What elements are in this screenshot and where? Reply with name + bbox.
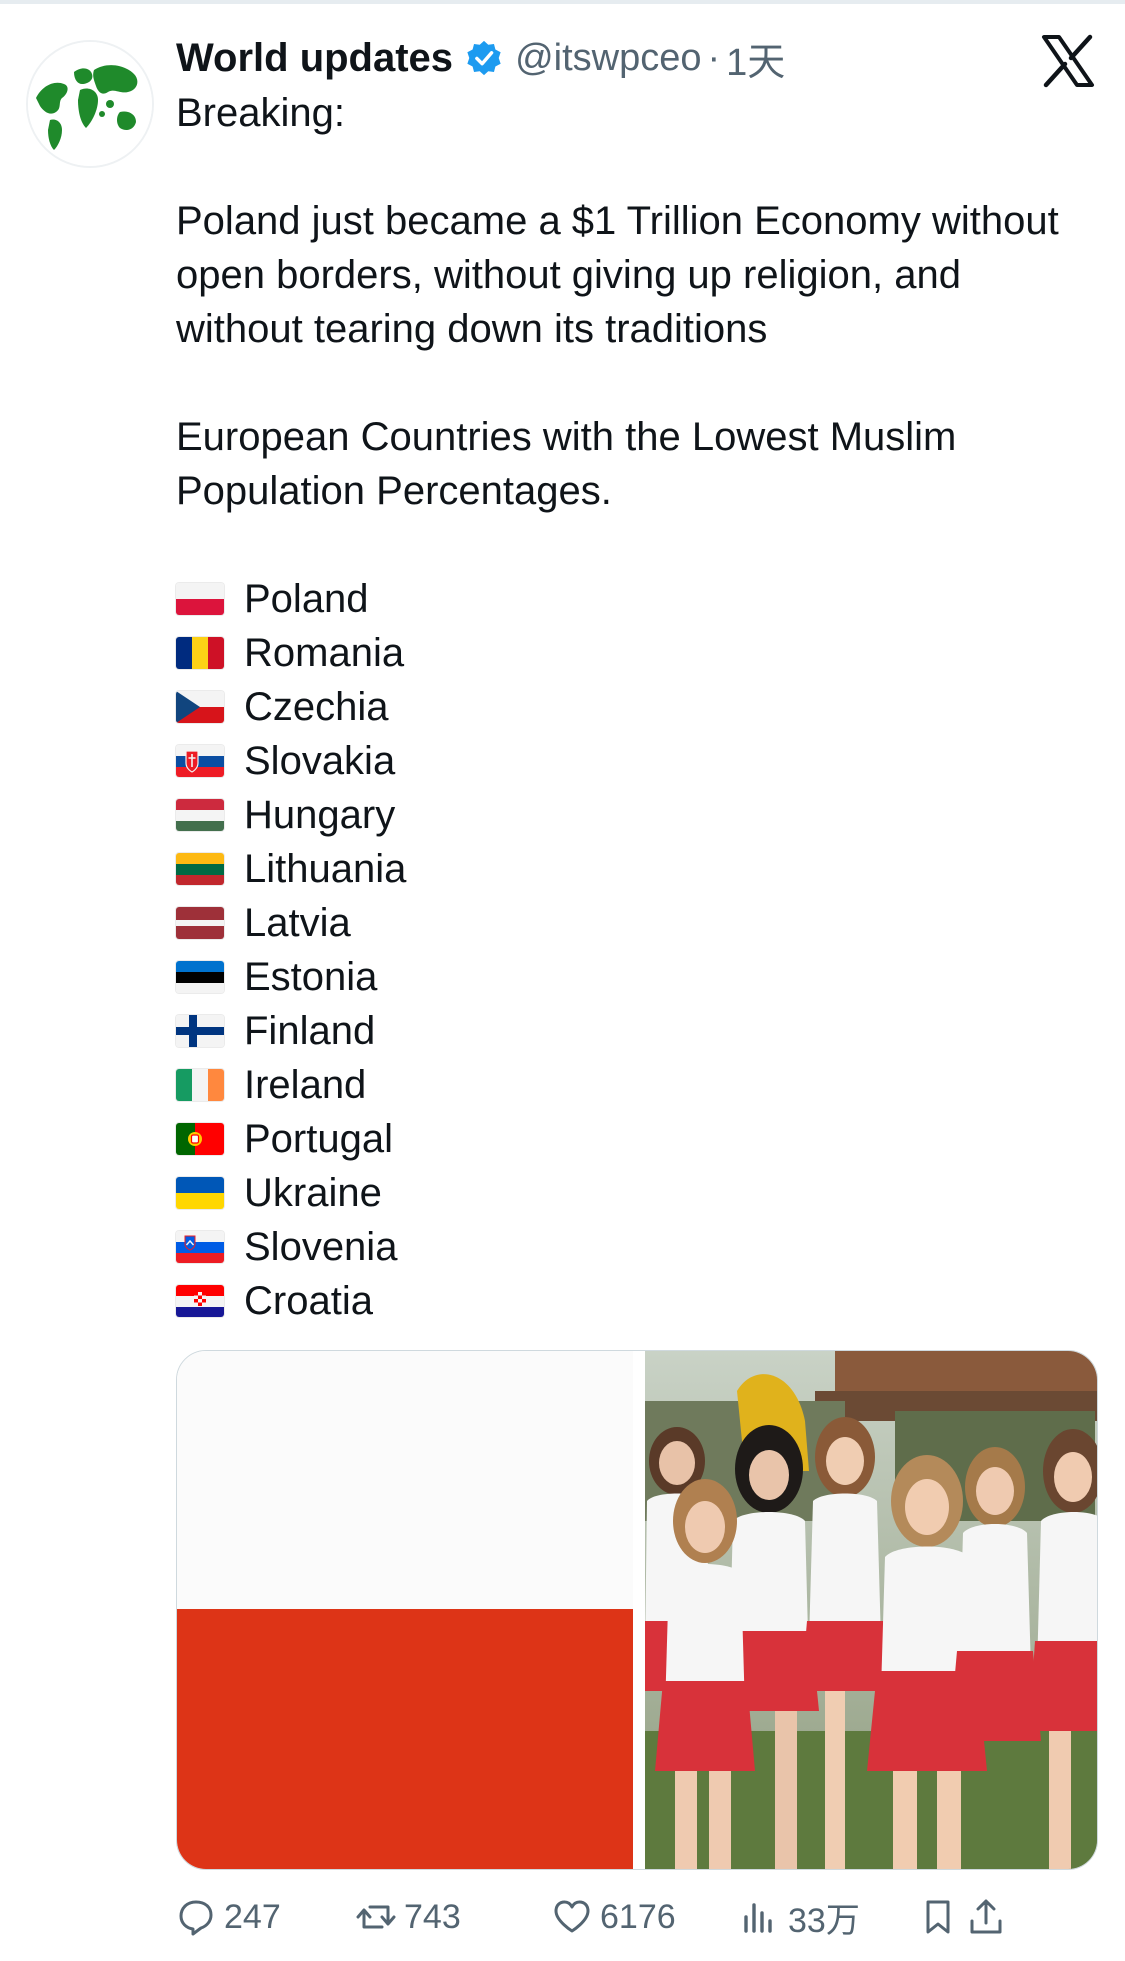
top-divider [0, 0, 1125, 4]
post-text-paragraph: Poland just became a $1 Trillion Economy… [176, 199, 1059, 351]
flag-poland-icon [176, 583, 224, 615]
list-item: Lithuania [176, 842, 406, 896]
flag-portugal-icon [176, 1123, 224, 1155]
country-name: Latvia [244, 900, 351, 945]
action-bar: 247 743 6176 33万 [176, 1890, 1096, 1944]
post-header: World updates @itswpceo · 1天 [176, 30, 785, 86]
list-item: Slovakia [176, 734, 406, 788]
list-item: Estonia [176, 950, 406, 1004]
post-text-paragraph: European Countries with the Lowest Musli… [176, 415, 957, 513]
country-name: Hungary [244, 792, 396, 837]
country-name: Slovakia [244, 738, 396, 783]
list-item: Ireland [176, 1058, 406, 1112]
heart-icon [554, 1900, 590, 1933]
country-name: Estonia [244, 954, 378, 999]
reply-button[interactable]: 247 [176, 1890, 281, 1944]
list-item: Czechia [176, 680, 406, 734]
flag-slovakia-icon [176, 745, 224, 777]
country-name: Romania [244, 630, 405, 675]
list-item: Ukraine [176, 1166, 406, 1220]
view-count: 33万 [788, 1901, 860, 1940]
country-name: Slovenia [244, 1224, 398, 1269]
post-body: Breaking: Poland just became a $1 Trilli… [176, 86, 1096, 518]
post-timestamp[interactable]: 1天 [726, 31, 785, 86]
like-count: 6176 [600, 1897, 676, 1936]
globe-avatar-icon [28, 42, 152, 166]
x-logo-icon[interactable] [1040, 34, 1096, 88]
country-name: Ukraine [244, 1170, 382, 1215]
country-name: Lithuania [244, 846, 407, 891]
post-text-line: Breaking: [176, 91, 345, 135]
list-item: Latvia [176, 896, 406, 950]
group-photo-image[interactable] [645, 1351, 1097, 1869]
country-name: Croatia [244, 1278, 373, 1323]
country-name: Poland [244, 576, 369, 621]
avatar[interactable] [26, 40, 154, 168]
flag-latvia-icon [176, 907, 224, 939]
country-list: Poland Romania Czechia Slovakia Hungary … [176, 572, 406, 1328]
country-name: Czechia [244, 684, 389, 729]
list-item: Hungary [176, 788, 406, 842]
share-icon [970, 1899, 1002, 1934]
list-item: Poland [176, 572, 406, 626]
flag-slovenia-icon [176, 1231, 224, 1263]
list-item: Croatia [176, 1274, 406, 1328]
verified-badge-icon [465, 39, 503, 77]
reply-count: 247 [224, 1897, 281, 1936]
flag-czechia-icon [176, 691, 224, 723]
views-button[interactable]: 33万 [740, 1890, 860, 1944]
flag-lithuania-icon [176, 853, 224, 885]
flag-croatia-icon [176, 1285, 224, 1317]
flag-finland-icon [176, 1015, 224, 1047]
repost-count: 743 [404, 1897, 461, 1936]
repost-icon [356, 1905, 396, 1929]
country-name: Ireland [244, 1062, 367, 1107]
list-item: Portugal [176, 1112, 406, 1166]
media-grid [176, 1350, 1098, 1870]
like-button[interactable]: 6176 [552, 1890, 676, 1944]
bookmark-share-icons[interactable] [918, 1890, 1096, 1944]
flag-ukraine-icon [176, 1177, 224, 1209]
list-item: Finland [176, 1004, 406, 1058]
bookmark-icon [926, 1900, 950, 1934]
flag-ireland-icon [176, 1069, 224, 1101]
list-item: Romania [176, 626, 406, 680]
country-name: Finland [244, 1008, 376, 1053]
list-item: Slovenia [176, 1220, 406, 1274]
meta-separator: · [707, 36, 721, 79]
repost-button[interactable]: 743 [356, 1890, 461, 1944]
author-display-name[interactable]: World updates [176, 36, 453, 81]
reply-icon [179, 1900, 213, 1936]
polish-flag-image[interactable] [177, 1351, 633, 1869]
country-name: Portugal [244, 1116, 393, 1161]
views-chart-icon [744, 1903, 772, 1933]
author-handle[interactable]: @itswpceo [515, 37, 701, 80]
flag-hungary-icon [176, 799, 224, 831]
flag-romania-icon [176, 637, 224, 669]
flag-estonia-icon [176, 961, 224, 993]
